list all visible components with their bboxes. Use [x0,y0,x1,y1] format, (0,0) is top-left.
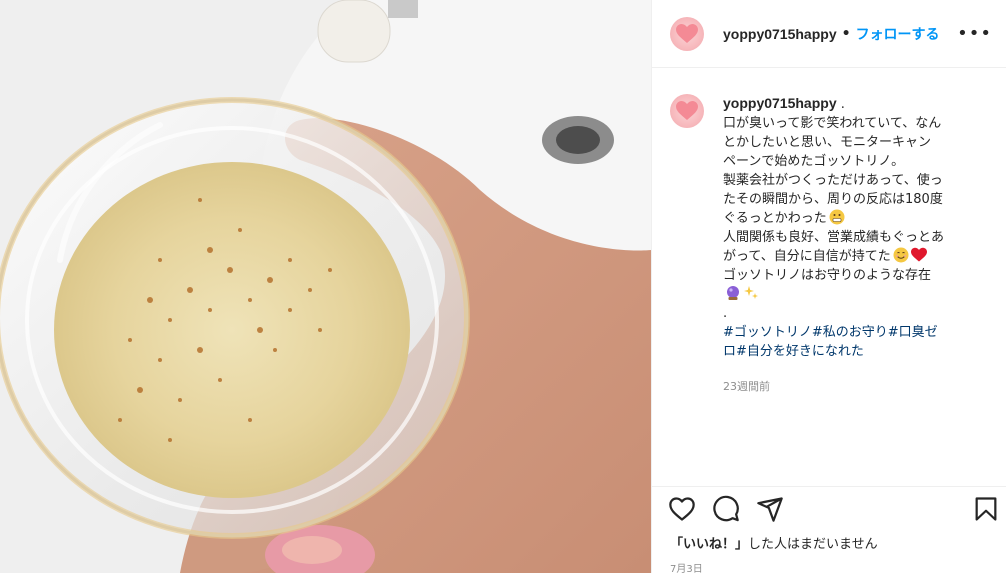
sparkles-emoji-icon [744,286,758,299]
caption-line: 人間関係も良好、営業成績もぐっとあ [723,230,945,245]
heart-icon[interactable] [668,495,696,523]
actions-area: 「いいね！」した人はまだいません 7月3日 [652,486,1006,575]
share-icon[interactable] [756,495,784,523]
caption-username[interactable]: yoppy0715happy [723,95,837,111]
post-photo[interactable] [0,0,651,573]
heart-avatar-icon [676,101,698,120]
post-username[interactable]: yoppy0715happy [723,26,837,42]
more-options-icon[interactable]: ••• [957,23,992,44]
red-heart-emoji-icon [910,247,927,262]
caption-line: たその瞬間から、周りの反応は180度 [723,192,943,207]
caption-line: . [723,306,728,321]
bookmark-icon[interactable] [972,495,1000,523]
caption-user-suffix: . [836,97,845,112]
comment-icon[interactable] [712,495,740,523]
caption-section: yoppy0715happy . 口が臭いって影で笑われていて、なん とかしたい… [652,68,1006,486]
follow-button[interactable]: フォローする [856,24,940,44]
separator-dot: • [841,25,851,42]
caption-line: がって、自分に自信が持てた [723,249,891,264]
hashtags-line[interactable]: #ゴッソトリノ#私のお守り#口臭ゼ [723,323,968,342]
smile-emoji-icon [893,247,909,263]
crystal-ball-emoji-icon [727,286,739,300]
caption-line: 製薬会社がつくっただけあって、使っ [723,173,943,188]
hashtags-line[interactable]: ロ#自分を好きになれた [723,342,968,361]
caption-line: ゴッソトリノはお守りのような存在 [723,268,932,283]
likes-summary: 「いいね！」した人はまだいません [670,533,878,552]
time-ago: 23週間前 [723,380,770,393]
caption-avatar[interactable] [670,94,704,128]
action-icons [652,487,1006,531]
grimace-emoji-icon [829,209,845,225]
likes-bold[interactable]: 「いいね！」 [670,537,748,552]
caption-line: ぐるっとかわった [723,211,827,226]
caption-line: とかしたいと思い、モニターキャン [723,135,932,150]
caption-line: ペーンで始めたゴッソトリノ。 [723,154,905,169]
avatar[interactable] [670,16,704,51]
instagram-post: yoppy0715happy • フォローする ••• yoppy0715hap… [0,0,1006,575]
caption-text: yoppy0715happy . 口が臭いって影で笑われていて、なん とかしたい… [723,94,968,486]
heart-avatar-icon [676,23,698,43]
photo-illustration [0,0,651,573]
post-header: yoppy0715happy • フォローする ••• [652,0,1006,68]
caption-line: 口が臭いって影で笑われていて、なん [723,116,942,131]
post-side-panel: yoppy0715happy • フォローする ••• yoppy0715hap… [651,0,1006,575]
likes-rest: した人はまだいません [748,537,878,552]
